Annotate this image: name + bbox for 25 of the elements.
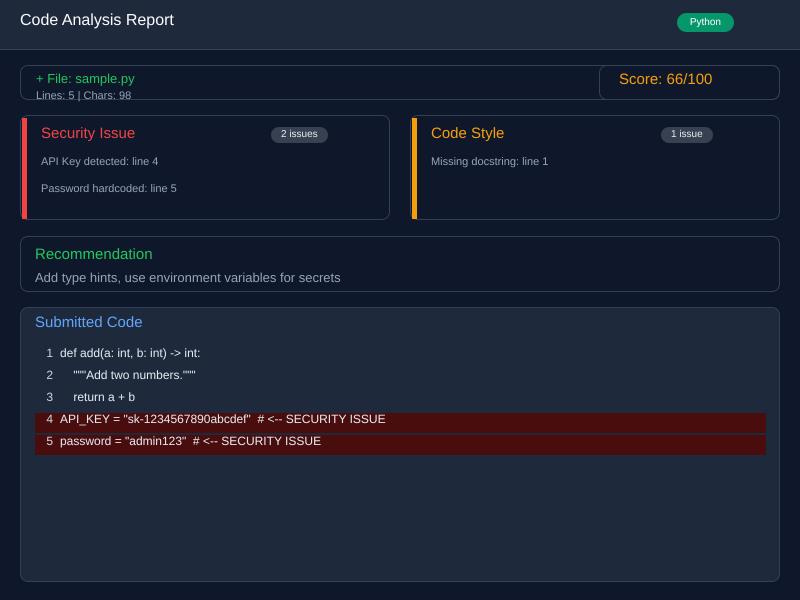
issue-item: API Key detected: line 4: [41, 155, 160, 169]
issue-count-badge: 2 issues: [271, 127, 328, 143]
code-text: def add(a: int, b: int) -> int:: [60, 347, 200, 362]
line-number: 4: [45, 413, 53, 428]
issue-item: Password hardcoded: line 5: [41, 182, 178, 196]
issue-item: Missing docstring: line 1: [431, 155, 550, 169]
recommendation-title: Recommendation: [35, 246, 154, 264]
issue-title: Security Issue: [41, 125, 136, 143]
code-panel-title: Submitted Code: [35, 314, 144, 332]
report-title: Code Analysis Report: [20, 11, 174, 30]
file-name-label: + File: sample.py: [36, 70, 135, 87]
score-display: Score: 66/100: [599, 65, 780, 100]
language-badge: Python: [676, 13, 734, 32]
code-text: API_KEY = "sk-1234567890abcdef" # <-- SECURITY ISSUE: [60, 413, 386, 428]
issue-title: Code Style: [431, 125, 506, 143]
line-number: 3: [45, 391, 53, 406]
recommendation-text: Add type hints, use environment variables for secrets: [35, 270, 342, 286]
line-number: 1: [45, 347, 53, 362]
line-number: 2: [45, 369, 53, 384]
line-number: 5: [45, 435, 53, 450]
code-text: password = "admin123" # <-- SECURITY ISSUE: [60, 435, 322, 450]
file-stats-text: Lines: 5 | Chars: 98: [36, 90, 132, 103]
code-text: return a + b: [72, 391, 136, 406]
code-text: """Add two numbers.""": [72, 369, 196, 384]
issue-count-badge: 1 issue: [661, 127, 713, 143]
